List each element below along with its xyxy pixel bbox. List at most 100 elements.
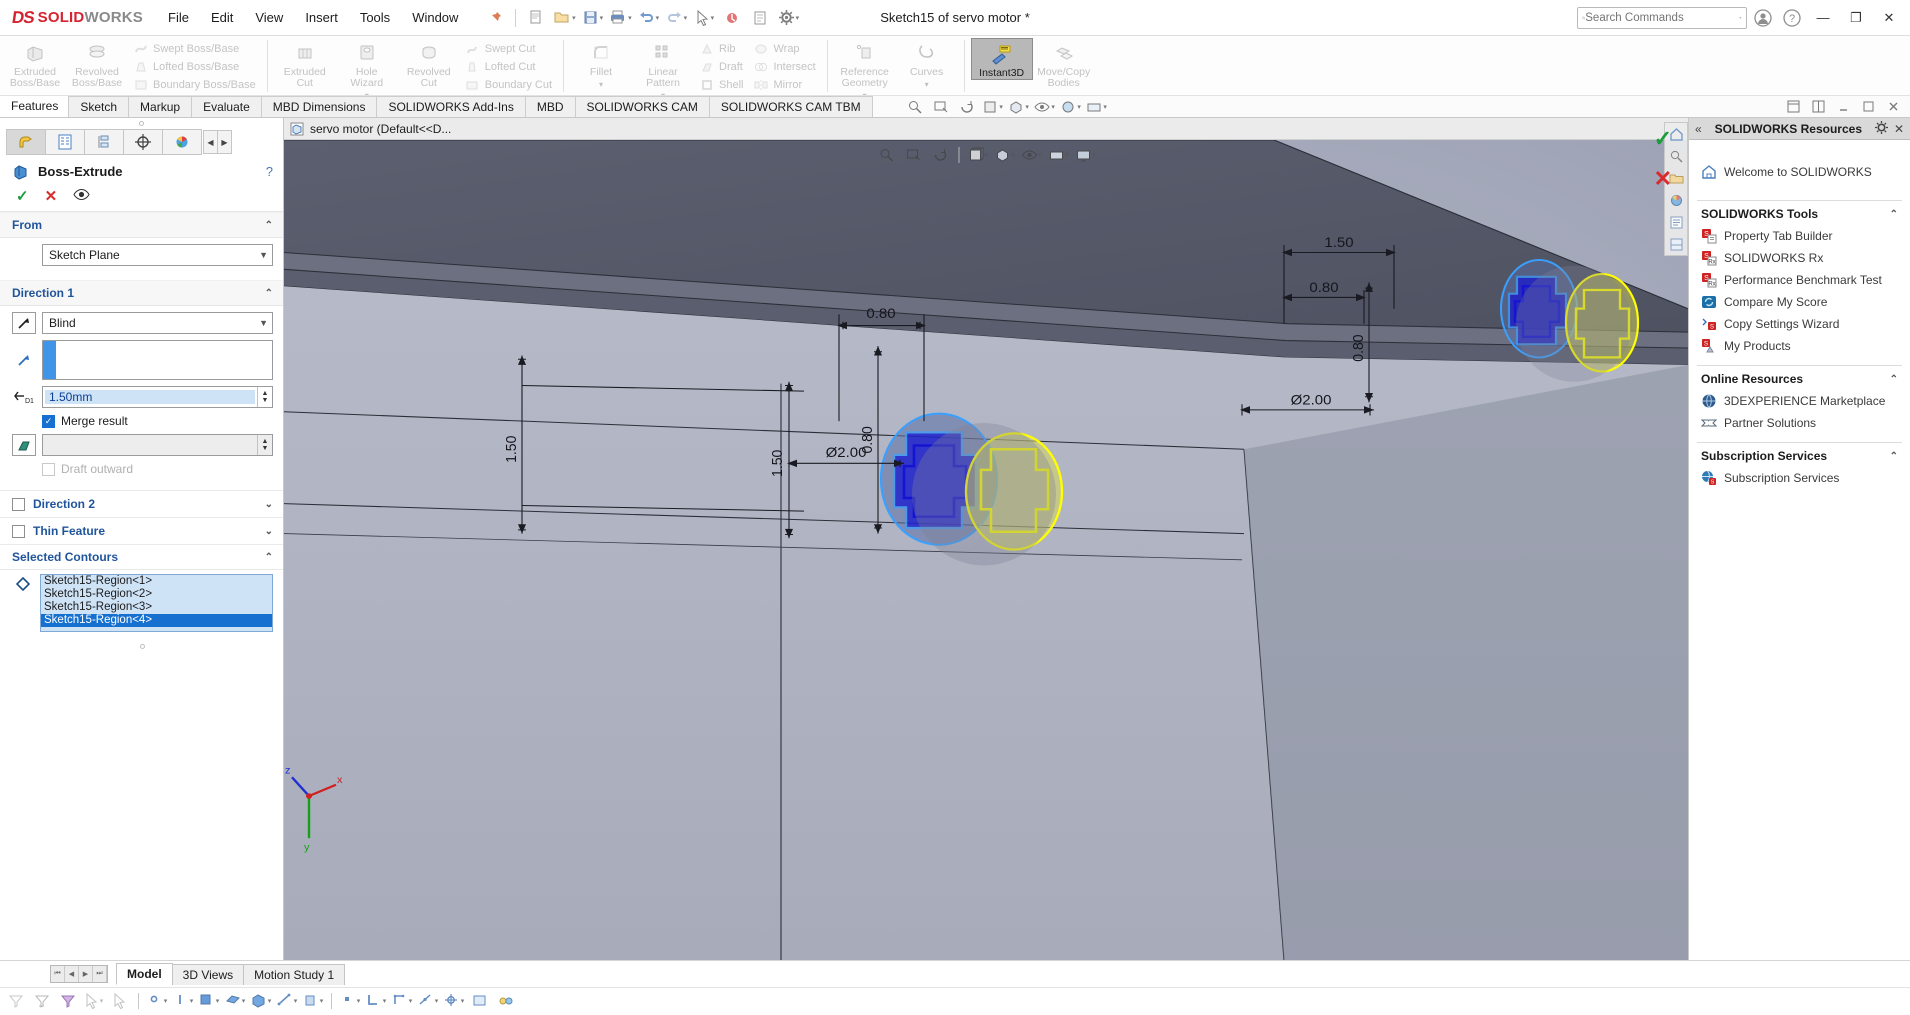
property-manager-tab[interactable]: [45, 129, 85, 155]
hole-wizard-button[interactable]: Hole Wizard ▾: [336, 38, 398, 95]
menu-insert[interactable]: Insert: [295, 6, 348, 29]
tab-evaluate[interactable]: Evaluate: [191, 96, 262, 117]
depth-input[interactable]: 1.50mm ▲ ▼: [42, 386, 273, 408]
fillet-button[interactable]: Fillet ▾: [570, 38, 632, 89]
nav-next-button[interactable]: ▶: [79, 966, 93, 982]
chevron-down-icon[interactable]: ⌄: [265, 526, 273, 537]
boundary-cut-button[interactable]: Boundary Cut: [460, 76, 557, 94]
menu-edit[interactable]: Edit: [201, 6, 243, 29]
select-icon[interactable]: ▾: [691, 6, 717, 30]
confirm-cancel-button[interactable]: ✕: [1654, 166, 1672, 192]
mirror-button[interactable]: Mirror: [748, 76, 820, 94]
nav-prev-button[interactable]: ◀: [65, 966, 79, 982]
appearance-icon[interactable]: ▾: [1058, 97, 1084, 117]
feature-manager-tab[interactable]: [6, 129, 46, 155]
section-direction2[interactable]: Direction 2 ⌄: [0, 490, 283, 517]
pin-icon[interactable]: [482, 6, 508, 30]
vertex-select-icon[interactable]: ▾: [338, 990, 362, 1012]
user-account-icon[interactable]: [1750, 6, 1776, 30]
section-thin-feature[interactable]: Thin Feature ⌄: [0, 517, 283, 544]
swept-boss-base-button[interactable]: Swept Boss/Base: [128, 40, 261, 58]
search-commands-box[interactable]: [1577, 6, 1747, 29]
contour-item-4[interactable]: Sketch15-Region<4>: [41, 614, 272, 627]
tab-solidworks-add-ins[interactable]: SOLIDWORKS Add-Ins: [376, 96, 526, 117]
menu-file[interactable]: File: [158, 6, 199, 29]
swept-cut-button[interactable]: Swept Cut: [460, 40, 557, 58]
select-arrow-icon[interactable]: ▾: [82, 990, 106, 1012]
draft-button[interactable]: Draft: [694, 58, 748, 76]
search-input[interactable]: [1585, 11, 1740, 24]
bottom-tab-model[interactable]: Model: [116, 963, 173, 985]
chevron-up-icon[interactable]: ⌃: [1890, 374, 1898, 385]
curves-button[interactable]: Curves ▾: [896, 38, 958, 89]
document-list-icon[interactable]: [1665, 211, 1687, 233]
view-orientation-icon[interactable]: ▾: [980, 97, 1006, 117]
reference-geometry-dropdown-icon[interactable]: ▾: [863, 89, 867, 95]
zoom-area-icon[interactable]: [902, 144, 926, 166]
draft-outward-checkbox[interactable]: [42, 462, 55, 476]
boundary-boss-base-button[interactable]: Boundary Boss/Base: [128, 76, 261, 94]
section-selected-contours-header[interactable]: Selected Contours ⌃: [0, 544, 283, 570]
my-products-item[interactable]: S My Products: [1697, 335, 1902, 357]
lofted-boss-base-button[interactable]: Lofted Boss/Base: [128, 58, 261, 76]
extruded-cut-button[interactable]: Extruded Cut: [274, 38, 336, 89]
graphics-viewport[interactable]: servo motor (Default<<D... ▾ ▾ ▾ ▾ ▾ ✓ ✕…: [284, 118, 1688, 960]
welcome-to-solidworks-item[interactable]: Welcome to SOLIDWORKS: [1697, 150, 1902, 192]
line-sketch-icon[interactable]: ▾: [171, 990, 195, 1012]
apply-scene-icon[interactable]: ▾: [1047, 144, 1071, 166]
partner-solutions-item[interactable]: Partner Solutions: [1697, 412, 1902, 434]
appearances-icon[interactable]: [1665, 189, 1687, 211]
from-condition-select[interactable]: Sketch Plane ▼: [42, 244, 273, 266]
solid-body-select-icon[interactable]: ▾: [249, 990, 273, 1012]
reference-geometry-button[interactable]: Reference Geometry ▾: [834, 38, 896, 95]
chevron-up-icon[interactable]: ⌃: [1890, 209, 1898, 220]
open-document-icon[interactable]: ▾: [551, 6, 577, 30]
file-properties-icon[interactable]: [747, 6, 773, 30]
menu-window[interactable]: Window: [402, 6, 468, 29]
chevron-up-icon[interactable]: ⌃: [265, 552, 273, 563]
filter-off-icon[interactable]: [4, 990, 28, 1012]
draft-angle-button[interactable]: [12, 434, 36, 456]
tab-features[interactable]: Features: [0, 96, 70, 117]
reverse-direction-button[interactable]: [12, 312, 36, 334]
tab-mbd[interactable]: MBD: [524, 96, 576, 117]
assembly-select-icon[interactable]: [494, 990, 518, 1012]
new-document-icon[interactable]: [523, 6, 549, 30]
curves-dropdown-icon[interactable]: ▾: [925, 78, 929, 89]
panel-minimize-icon[interactable]: [1832, 96, 1854, 116]
maximize-button[interactable]: ❐: [1841, 6, 1871, 30]
nav-first-button[interactable]: ⏮: [51, 966, 65, 982]
chevron-down-icon[interactable]: ⌄: [265, 499, 273, 510]
wrap-button[interactable]: Wrap: [748, 40, 820, 58]
select-other-icon[interactable]: [108, 990, 132, 1012]
configuration-manager-tab[interactable]: [84, 129, 124, 155]
save-icon[interactable]: ▾: [579, 6, 605, 30]
chevron-up-icon[interactable]: ⌃: [265, 288, 273, 299]
collapse-pane-icon[interactable]: «: [1695, 122, 1702, 136]
compare-my-score-item[interactable]: Compare My Score: [1697, 291, 1902, 313]
cancel-button[interactable]: ✕: [45, 187, 58, 205]
help-icon[interactable]: ?: [266, 164, 273, 179]
tab-sketch[interactable]: Sketch: [68, 96, 130, 117]
redo-icon[interactable]: ▾: [663, 6, 689, 30]
sketch-segment-icon[interactable]: ▾: [390, 990, 414, 1012]
linear-pattern-dropdown-icon[interactable]: ▾: [661, 89, 665, 95]
custom-tools-icon[interactable]: [1665, 233, 1687, 255]
hide-show-items-icon[interactable]: ▾: [1020, 144, 1044, 166]
section-solidworks-tools[interactable]: SOLIDWORKS Tools ⌃: [1697, 200, 1902, 225]
revolved-boss-base-button[interactable]: Revolved Boss/Base: [66, 38, 128, 89]
extruded-boss-base-button[interactable]: Extruded Boss/Base: [4, 38, 66, 89]
thin-feature-checkbox[interactable]: [12, 524, 25, 538]
draft-angle-input[interactable]: ▲ ▼: [42, 434, 273, 456]
restore-panel-icon[interactable]: [1782, 96, 1804, 116]
chevron-up-icon[interactable]: ⌃: [1890, 451, 1898, 462]
sketch-contour-icon[interactable]: ▾: [364, 990, 388, 1012]
surface-select-icon[interactable]: ▾: [223, 990, 247, 1012]
face-select-icon[interactable]: ▾: [197, 990, 221, 1012]
end-condition-select[interactable]: Blind ▼: [42, 312, 273, 334]
preview-eye-icon[interactable]: [73, 188, 90, 205]
chevron-up-icon[interactable]: ⌃: [265, 220, 273, 231]
bottom-tab-3d-views[interactable]: 3D Views: [171, 963, 245, 985]
3dexperience-marketplace-item[interactable]: 3DEXPERIENCE Marketplace: [1697, 390, 1902, 412]
subscription-services-item[interactable]: S Subscription Services: [1697, 467, 1902, 489]
